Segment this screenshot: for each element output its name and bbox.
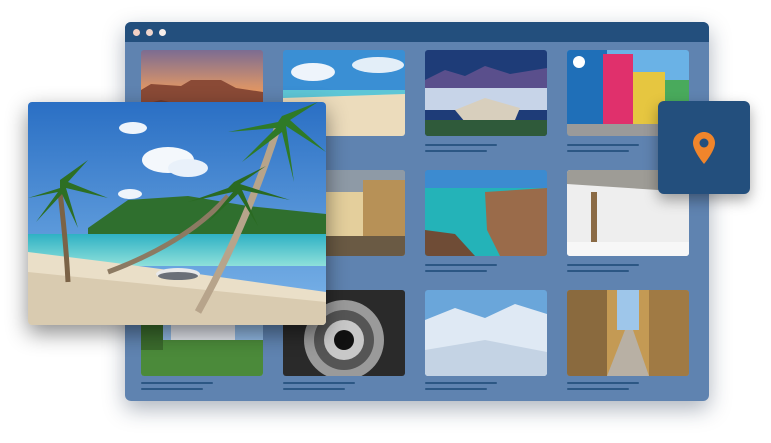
featured-photo-tropical-beach[interactable] [28,102,326,325]
location-pin-button[interactable] [658,101,750,194]
caption-lines [283,378,405,390]
caption-lines [141,378,263,390]
map-pin-icon [693,131,715,164]
window-titlebar [125,22,709,42]
caption-lines [425,378,547,390]
photo-thumbnail-rocky-coast[interactable] [425,170,547,256]
photo-thumbnail-old-town-alley[interactable] [567,290,689,376]
window-close-dot[interactable] [133,28,140,36]
photo-thumbnail-mountain-lodge[interactable] [425,50,547,136]
caption-lines [425,260,547,272]
caption-lines [567,378,689,390]
window-minimize-dot[interactable] [146,28,153,36]
caption-lines [567,260,689,272]
photo-thumbnail-snowy-slopes[interactable] [425,290,547,376]
caption-lines [425,140,547,152]
window-maximize-dot[interactable] [159,28,166,36]
